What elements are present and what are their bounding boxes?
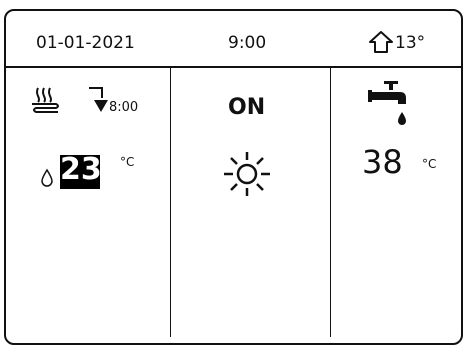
hot-water-unit: °C: [422, 157, 437, 171]
set-temp-box[interactable]: 23: [60, 152, 102, 189]
sun-icon: [224, 152, 270, 196]
timer-icon: [89, 87, 108, 112]
hot-water-temp: 38: [362, 143, 403, 181]
outdoor-temp: 13°: [395, 33, 426, 53]
floor-heating-icon: [32, 87, 59, 113]
set-temperature: 23: [60, 152, 102, 187]
timer-time: 8:00: [109, 100, 139, 115]
time-display: 9:00: [228, 33, 267, 53]
set-temp-unit: °C: [120, 155, 135, 169]
house-icon: [369, 31, 393, 53]
water-drop-icon: [41, 168, 53, 187]
column-divider-right: [330, 67, 331, 337]
tap-icon: [368, 81, 406, 125]
date-display: 01-01-2021: [36, 33, 135, 53]
power-status[interactable]: ON: [228, 95, 265, 120]
column-divider-left: [170, 67, 171, 337]
header-divider: [6, 66, 461, 68]
